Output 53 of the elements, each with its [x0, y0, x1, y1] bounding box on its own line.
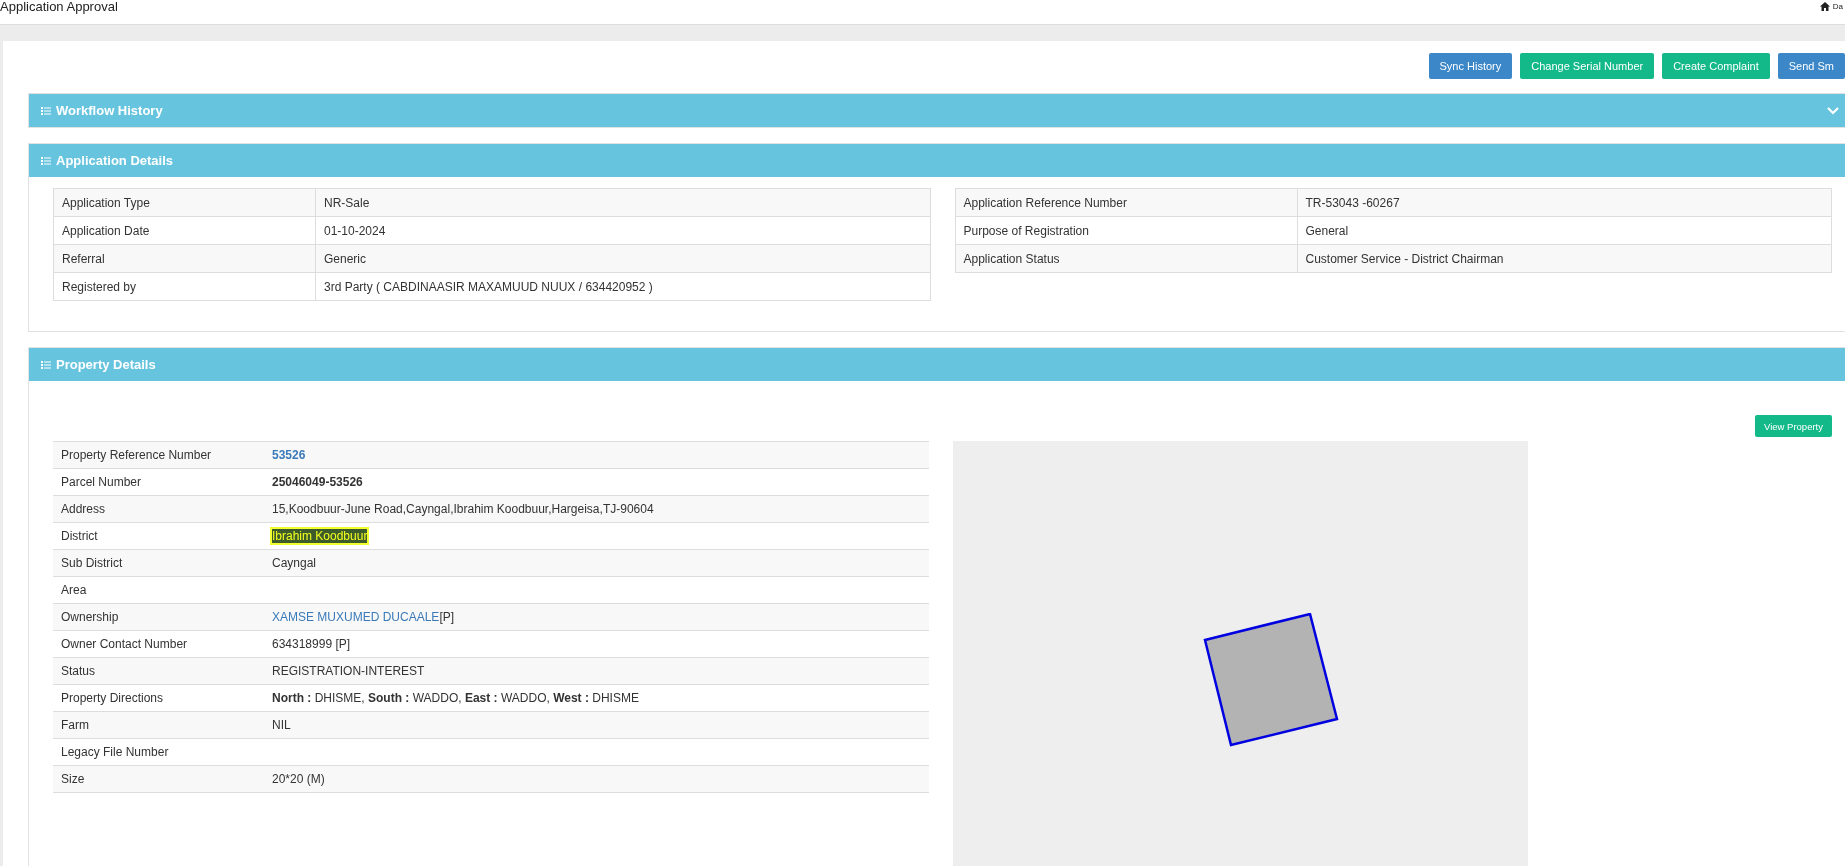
table-cell: 15,Koodbuur-June Road,Cayngal,Ibrahim Koodbuur,Hargeisa,TJ-90604: [264, 495, 929, 523]
table-cell: Registered by: [53, 272, 316, 301]
table-cell: North : DHISME, South : WADDO, East : WADDO, West : DHISME: [264, 684, 929, 712]
table-cell: Application Status: [955, 244, 1297, 273]
table-cell: Referral: [53, 244, 316, 273]
table-cell: Application Date: [53, 216, 316, 245]
table-cell: Legacy File Number: [53, 738, 264, 766]
table-cell: Property Directions: [53, 684, 264, 712]
table-cell: Application Reference Number: [955, 188, 1297, 217]
panel-header[interactable]: Workflow History: [29, 94, 1845, 127]
ownership-tag: [P]: [439, 610, 455, 624]
table-cell: Farm: [53, 711, 264, 739]
table-cell: Address: [53, 495, 264, 523]
table-cell: Ownership: [53, 603, 264, 631]
table-cell: Owner Contact Number: [53, 630, 264, 658]
action-button[interactable]: Sync History: [1428, 53, 1513, 79]
user-name[interactable]: Da: [1832, 2, 1843, 11]
panel-title: Application Details: [56, 153, 174, 168]
page-title: Application Approval: [0, 0, 118, 14]
table-cell: NR-Sale: [315, 188, 930, 217]
table-cell: 20*20 (M): [264, 765, 929, 793]
property-link[interactable]: 53526: [272, 448, 306, 462]
list-icon: [41, 360, 51, 369]
table-cell: 634318999 [P]: [264, 630, 929, 658]
table-cell: Area: [53, 576, 264, 604]
table-cell: 3rd Party ( CABDINAASIR MAXAMUUD NUUX / 634420952 ): [315, 272, 930, 301]
table-cell: REGISTRATION-INTEREST: [264, 657, 929, 685]
list-icon: [41, 156, 51, 165]
table-cell: Cayngal: [264, 549, 929, 577]
action-button[interactable]: Change Serial Number: [1520, 53, 1655, 79]
view-property-button[interactable]: View Property: [1755, 415, 1832, 437]
panel-title: Property Details: [56, 357, 156, 372]
table-cell: Property Reference Number: [53, 441, 264, 469]
table-cell: Application Type: [53, 188, 316, 217]
table-cell: District: [53, 522, 264, 550]
action-button[interactable]: Create Complaint: [1662, 53, 1770, 79]
table-cell: Parcel Number: [53, 468, 264, 496]
table-cell: Status: [53, 657, 264, 685]
table-cell: General: [1297, 216, 1832, 245]
table-cell: Size: [53, 765, 264, 793]
table-cell: 01-10-2024: [315, 216, 930, 245]
list-icon: [41, 106, 51, 115]
table-cell: Sub District: [53, 549, 264, 577]
table-cell: Purpose of Registration: [955, 216, 1297, 245]
action-button[interactable]: Send Sm: [1777, 53, 1845, 79]
table-cell: NIL: [264, 711, 929, 739]
panel-title: Workflow History: [56, 103, 163, 118]
table-cell: Generic: [315, 244, 930, 273]
table-cell: TR-53043 -60267: [1297, 188, 1832, 217]
table-cell: 25046049-53526: [264, 468, 929, 496]
table-cell: Customer Service - District Chairman: [1297, 244, 1832, 273]
property-link[interactable]: XAMSE MUXUMED DUCAALE: [272, 610, 440, 624]
home-icon[interactable]: [1819, 2, 1830, 11]
